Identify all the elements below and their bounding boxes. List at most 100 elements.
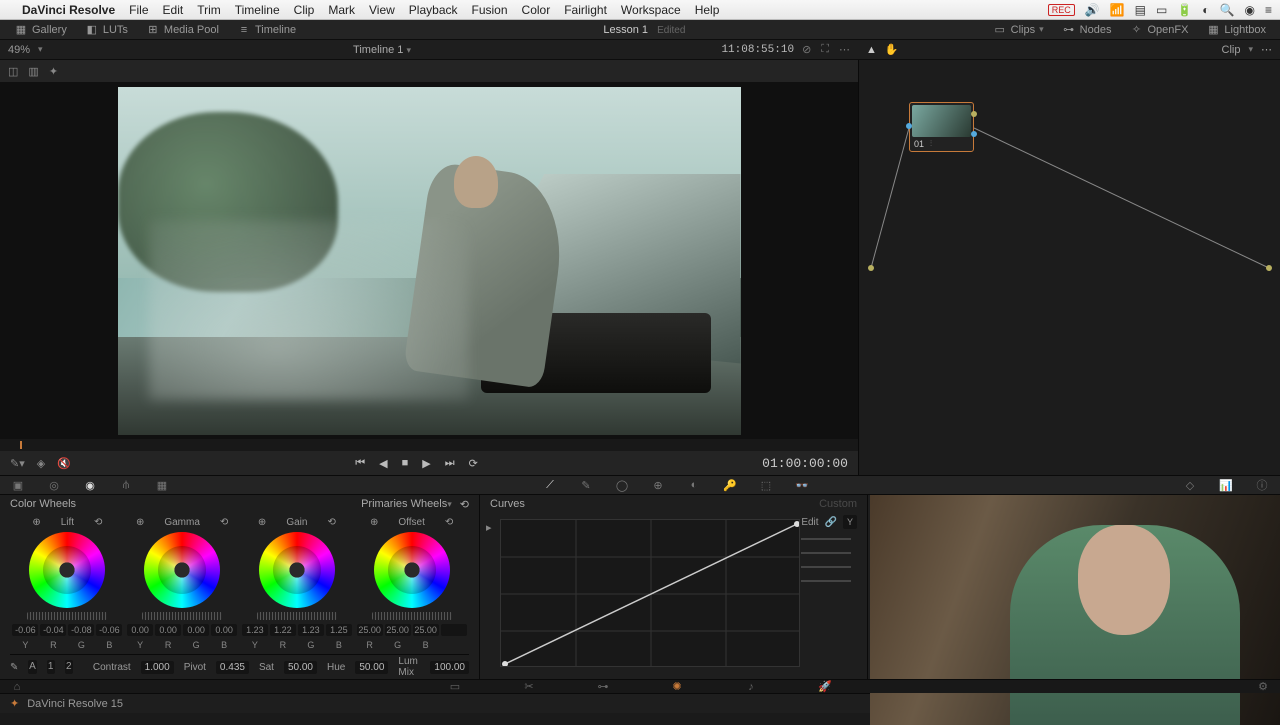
volume-icon[interactable]: 🔊: [1085, 3, 1100, 17]
yrgb-value[interactable]: -0.08: [68, 624, 94, 636]
node-output-dot[interactable]: [971, 111, 977, 117]
color-wheel[interactable]: [374, 532, 450, 608]
yrgb-value[interactable]: 0.00: [155, 624, 181, 636]
intensity-slider[interactable]: [801, 538, 851, 540]
scrub-bar[interactable]: [0, 439, 858, 451]
curves-icon[interactable]: ⟋: [542, 477, 558, 493]
menu-fairlight[interactable]: Fairlight: [564, 3, 607, 17]
node-input-dot[interactable]: [906, 123, 912, 129]
reset-icon[interactable]: ⟲: [327, 517, 335, 528]
yrgb-value[interactable]: 25.00: [357, 624, 383, 636]
stereo-icon[interactable]: 👓: [794, 477, 810, 493]
yrgb-value[interactable]: 1.23: [298, 624, 324, 636]
qualifier-icon[interactable]: ✎: [578, 477, 594, 493]
wifi-icon[interactable]: 📶: [1110, 3, 1125, 17]
split-icon[interactable]: ▥: [28, 65, 38, 78]
bw-picker-icon[interactable]: ⊕: [370, 517, 378, 528]
key-icon[interactable]: 🔑: [722, 477, 738, 493]
bypass-icon[interactable]: ⊘: [802, 43, 811, 56]
menu-view[interactable]: View: [369, 3, 395, 17]
menu-workspace[interactable]: Workspace: [621, 3, 681, 17]
luts-button[interactable]: ◧LUTs: [79, 21, 134, 39]
picker-icon[interactable]: ✎: [10, 662, 18, 673]
chevron-down-icon[interactable]: ▾: [38, 44, 43, 55]
project-settings-icon[interactable]: ⚙: [1256, 680, 1270, 694]
master-dial[interactable]: [27, 612, 107, 620]
master-dial[interactable]: [142, 612, 222, 620]
display-icon[interactable]: ▭: [1156, 3, 1167, 17]
color-wheel[interactable]: [144, 532, 220, 608]
yrgb-value[interactable]: -0.04: [40, 624, 66, 636]
yrgb-value[interactable]: -0.06: [12, 624, 38, 636]
menu-color[interactable]: Color: [522, 3, 551, 17]
page-2-button[interactable]: 2: [65, 660, 73, 674]
play-button[interactable]: ▶: [422, 457, 430, 470]
corrector-node[interactable]: 01 ⫶: [909, 102, 974, 152]
stop-button[interactable]: ■: [402, 457, 409, 470]
pivot-value[interactable]: 0.435: [216, 661, 249, 674]
gallery-button[interactable]: ▦Gallery: [8, 21, 73, 39]
keyframes-icon[interactable]: ◇: [1182, 477, 1198, 493]
yrgb-value[interactable]: 25.00: [413, 624, 439, 636]
loop-button[interactable]: ⟳: [469, 457, 478, 470]
chevron-down-icon[interactable]: ▾: [406, 45, 411, 55]
siri-icon[interactable]: ◉: [1245, 3, 1255, 17]
contrast-value[interactable]: 1.000: [141, 661, 174, 674]
master-dial[interactable]: [257, 612, 337, 620]
color-match-icon[interactable]: ◎: [46, 477, 62, 493]
bw-picker-icon[interactable]: ⊕: [32, 517, 40, 528]
next-clip-button[interactable]: ⏭: [445, 457, 455, 470]
camera-raw-icon[interactable]: ▣: [10, 477, 26, 493]
viewer-zoom[interactable]: 49%: [8, 44, 30, 56]
chevron-down-icon[interactable]: ▾: [1248, 44, 1253, 55]
color-page-icon[interactable]: ✺: [670, 680, 684, 694]
menu-fusion[interactable]: Fusion: [472, 3, 508, 17]
window-icon[interactable]: ◯: [614, 477, 630, 493]
yrgb-value[interactable]: 1.25: [326, 624, 352, 636]
auto-balance-button[interactable]: A: [28, 660, 36, 674]
curve-editor[interactable]: [500, 519, 800, 667]
sizing-icon[interactable]: ⬚: [758, 477, 774, 493]
lummix-value[interactable]: 100.00: [430, 661, 469, 674]
yrgb-value[interactable]: [441, 624, 467, 636]
chevron-down-icon[interactable]: ▾: [447, 499, 452, 510]
menu-trim[interactable]: Trim: [197, 3, 221, 17]
mute-icon[interactable]: 🔇: [57, 457, 71, 470]
mediapool-button[interactable]: ⊞Media Pool: [140, 21, 225, 39]
cloud-icon[interactable]: ◐: [1202, 3, 1209, 17]
viewer-canvas[interactable]: [0, 82, 858, 439]
motion-effects-icon[interactable]: ▦: [154, 477, 170, 493]
options-icon[interactable]: ⋯: [1261, 43, 1272, 56]
yrgb-value[interactable]: 25.00: [385, 624, 411, 636]
menu-timeline[interactable]: Timeline: [235, 3, 280, 17]
color-wheel[interactable]: [29, 532, 105, 608]
reverse-button[interactable]: ◀: [379, 457, 387, 470]
nodes-button[interactable]: ⊶Nodes: [1056, 21, 1118, 39]
record-icon[interactable]: REC: [1048, 4, 1075, 16]
openfx-button[interactable]: ✧OpenFX: [1123, 21, 1194, 39]
yrgb-value[interactable]: 0.00: [211, 624, 237, 636]
channel-y-button[interactable]: Y: [843, 515, 857, 529]
rgb-mixer-icon[interactable]: ⫛: [118, 477, 134, 493]
menu-file[interactable]: File: [129, 3, 148, 17]
node-alpha-dot[interactable]: [971, 131, 977, 137]
source-timecode[interactable]: 11:08:55:10: [721, 44, 794, 56]
menu-help[interactable]: Help: [695, 3, 720, 17]
clips-button[interactable]: ▭Clips▾: [987, 21, 1050, 39]
timeline-button[interactable]: ≡Timeline: [231, 21, 302, 39]
timeline-name[interactable]: Timeline 1: [353, 44, 403, 56]
node-graph[interactable]: 01 ⫶: [858, 60, 1280, 475]
pointer-icon[interactable]: ▲: [866, 44, 877, 56]
record-timecode[interactable]: 01:00:00:00: [762, 456, 848, 471]
edit-page-icon[interactable]: ✂: [522, 680, 536, 694]
flag-icon[interactable]: ▤: [1135, 3, 1146, 17]
menu-playback[interactable]: Playback: [409, 3, 458, 17]
unmix-icon[interactable]: ◈: [37, 457, 45, 470]
fusion-page-icon[interactable]: ⊶: [596, 680, 610, 694]
node-clip-label[interactable]: Clip: [1222, 44, 1241, 56]
deliver-page-icon[interactable]: 🚀: [818, 680, 832, 694]
reset-icon[interactable]: ⟲: [460, 498, 469, 511]
media-page-icon[interactable]: ▭: [448, 680, 462, 694]
link-icon[interactable]: 🔗: [825, 517, 837, 528]
graph-input-dot[interactable]: [868, 265, 874, 271]
